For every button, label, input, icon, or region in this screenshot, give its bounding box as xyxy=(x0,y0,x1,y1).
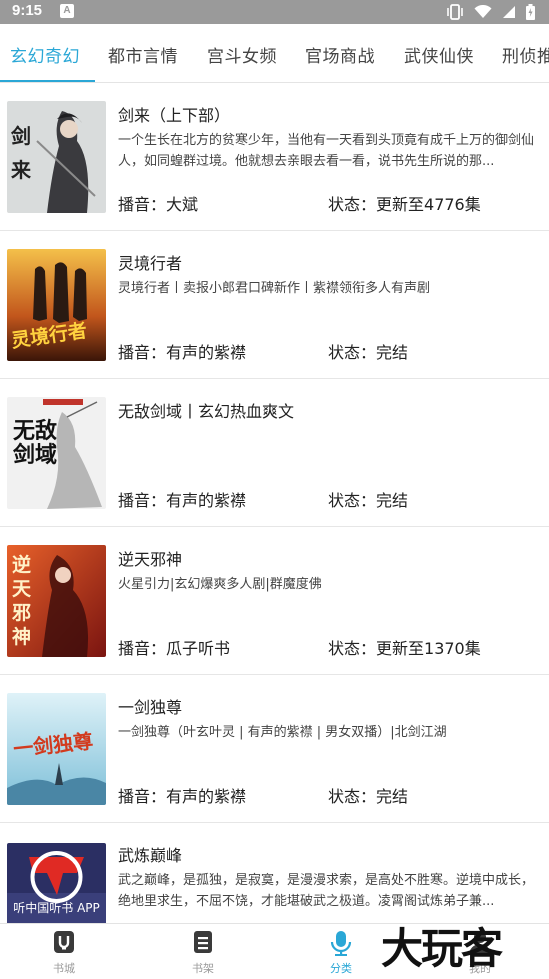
vibrate-icon xyxy=(447,4,463,20)
status-bar: 9:15 A xyxy=(0,0,549,24)
book-status: 状态：完结 xyxy=(328,783,408,807)
book-description: 武之巅峰，是孤独，是寂寞，是漫漫求索，是高处不胜寒。逆境中成长，绝地里求生，不屈… xyxy=(118,873,535,909)
status-label: 状态： xyxy=(328,787,377,806)
status-value: 更新至1370集 xyxy=(376,639,481,658)
narrator-value: 有声的紫襟 xyxy=(166,343,247,362)
signal-icon xyxy=(503,6,515,18)
status-label: 状态： xyxy=(328,343,377,362)
tab-xingzhen[interactable]: 刑侦推 xyxy=(502,42,549,67)
book-title[interactable]: 无敌剑域丨玄幻热血爽文 xyxy=(118,398,294,422)
narrator-value: 瓜子听书 xyxy=(166,639,231,658)
book-narrator: 播音：有声的紫襟 xyxy=(118,339,246,363)
site-watermark: 大玩客 xyxy=(381,924,503,973)
book-cover[interactable]: 无敌剑域 xyxy=(7,397,106,509)
tab-dushi[interactable]: 都市言情 xyxy=(108,42,178,67)
nav-category[interactable]: 分类 xyxy=(291,924,391,979)
book-list[interactable]: 剑来 剑来（上下部） 一个生长在北方的贫寒少年，当他有一天看到头顶竟有成千上万的… xyxy=(0,83,549,923)
book-title[interactable]: 灵境行者 xyxy=(118,250,182,274)
book-description: 灵境行者丨卖报小郎君口碑新作丨紫襟领衔多人有声剧 xyxy=(118,281,431,296)
book-cover[interactable]: 灵境行者 xyxy=(7,249,106,361)
book-description: 火星引力|玄幻爆爽多人剧|群魔度佛 xyxy=(118,577,322,592)
narrator-label: 播音： xyxy=(118,787,167,806)
book-title[interactable]: 剑来（上下部） xyxy=(118,102,230,126)
narrator-label: 播音： xyxy=(118,195,167,214)
status-time: 9:15 xyxy=(12,2,43,19)
book-row[interactable]: 灵境行者 灵境行者 灵境行者丨卖报小郎君口碑新作丨紫襟领衔多人有声剧 播音：有声… xyxy=(0,231,549,379)
book-narrator: 播音：大斌 xyxy=(118,191,198,215)
nav-label: 书城 xyxy=(53,962,75,975)
narrator-label: 播音： xyxy=(118,343,167,362)
nav-label: 分类 xyxy=(330,962,352,975)
narrator-label: 播音： xyxy=(118,639,167,658)
cover-title: 无敌剑域 xyxy=(13,418,58,468)
narrator-value: 大斌 xyxy=(166,195,199,214)
book-narrator: 播音：有声的紫襟 xyxy=(118,487,246,511)
tab-gongdou[interactable]: 宫斗女频 xyxy=(207,42,277,67)
book-cover[interactable]: 一剑独尊 xyxy=(7,693,106,805)
store-icon xyxy=(54,931,74,953)
nav-label: 书架 xyxy=(192,962,214,975)
book-cover[interactable]: 逆天邪神 xyxy=(7,545,106,657)
narrator-label: 播音： xyxy=(118,491,167,510)
book-title[interactable]: 一剑独尊 xyxy=(118,694,182,718)
status-icons xyxy=(446,3,535,21)
book-row[interactable]: 逆天邪神 逆天邪神 火星引力|玄幻爆爽多人剧|群魔度佛 播音：瓜子听书 状态：更… xyxy=(0,527,549,675)
nav-bookshelf[interactable]: 书架 xyxy=(153,924,253,979)
status-label: 状态： xyxy=(328,639,377,658)
category-tabs: 玄幻奇幻 都市言情 宫斗女频 官场商战 武侠仙侠 刑侦推 xyxy=(0,24,549,83)
status-value: 完结 xyxy=(376,491,409,510)
book-row[interactable]: 无敌剑域 无敌剑域丨玄幻热血爽文 播音：有声的紫襟 状态：完结 xyxy=(0,379,549,527)
tab-xuanhuan[interactable]: 玄幻奇幻 xyxy=(10,42,80,67)
tab-wuxia[interactable]: 武侠仙侠 xyxy=(404,42,474,67)
book-row[interactable]: 一剑独尊 一剑独尊 一剑独尊（叶玄叶灵 | 有声的紫襟 | 男女双播）|北剑江湖… xyxy=(0,675,549,823)
cover-title: 逆天邪神 xyxy=(12,554,32,648)
narrator-value: 有声的紫襟 xyxy=(166,787,247,806)
book-title[interactable]: 武炼巅峰 xyxy=(118,842,182,866)
book-title[interactable]: 逆天邪神 xyxy=(118,546,182,570)
status-value: 更新至4776集 xyxy=(376,195,481,214)
book-row[interactable]: 听中国听书 APP 武炼巅峰 武之巅峰，是孤独，是寂寞，是漫漫求索，是高处不胜寒… xyxy=(0,823,549,923)
book-status: 状态：完结 xyxy=(328,339,408,363)
status-value: 完结 xyxy=(376,343,409,362)
cover-title: 听中国听书 APP xyxy=(13,901,100,915)
microphone-icon xyxy=(330,931,352,956)
notification-icon: A xyxy=(60,4,74,18)
book-narrator: 播音：有声的紫襟 xyxy=(118,783,246,807)
book-status: 状态：更新至1370集 xyxy=(328,635,481,659)
status-value: 完结 xyxy=(376,787,409,806)
wifi-icon xyxy=(474,5,492,18)
book-status: 状态：更新至4776集 xyxy=(328,191,481,215)
bookshelf-icon xyxy=(194,931,212,953)
status-label: 状态： xyxy=(328,195,377,214)
book-cover[interactable]: 剑来 xyxy=(7,101,106,213)
narrator-value: 有声的紫襟 xyxy=(166,491,247,510)
book-cover[interactable]: 听中国听书 APP xyxy=(7,843,106,923)
book-description: 一剑独尊（叶玄叶灵 | 有声的紫襟 | 男女双播）|北剑江湖 xyxy=(118,725,447,740)
battery-icon xyxy=(526,4,535,20)
book-narrator: 播音：瓜子听书 xyxy=(118,635,230,659)
book-description: 一个生长在北方的贫寒少年，当他有一天看到头顶竟有成千上万的御剑仙人，如同蝗群过境… xyxy=(118,133,535,169)
cover-title: 剑来 xyxy=(11,124,31,182)
status-label: 状态： xyxy=(328,491,377,510)
book-row[interactable]: 剑来 剑来（上下部） 一个生长在北方的贫寒少年，当他有一天看到头顶竟有成千上万的… xyxy=(0,83,549,231)
book-status: 状态：完结 xyxy=(328,487,408,511)
nav-store[interactable]: 书城 xyxy=(14,924,114,979)
tab-guanchang[interactable]: 官场商战 xyxy=(305,42,375,67)
